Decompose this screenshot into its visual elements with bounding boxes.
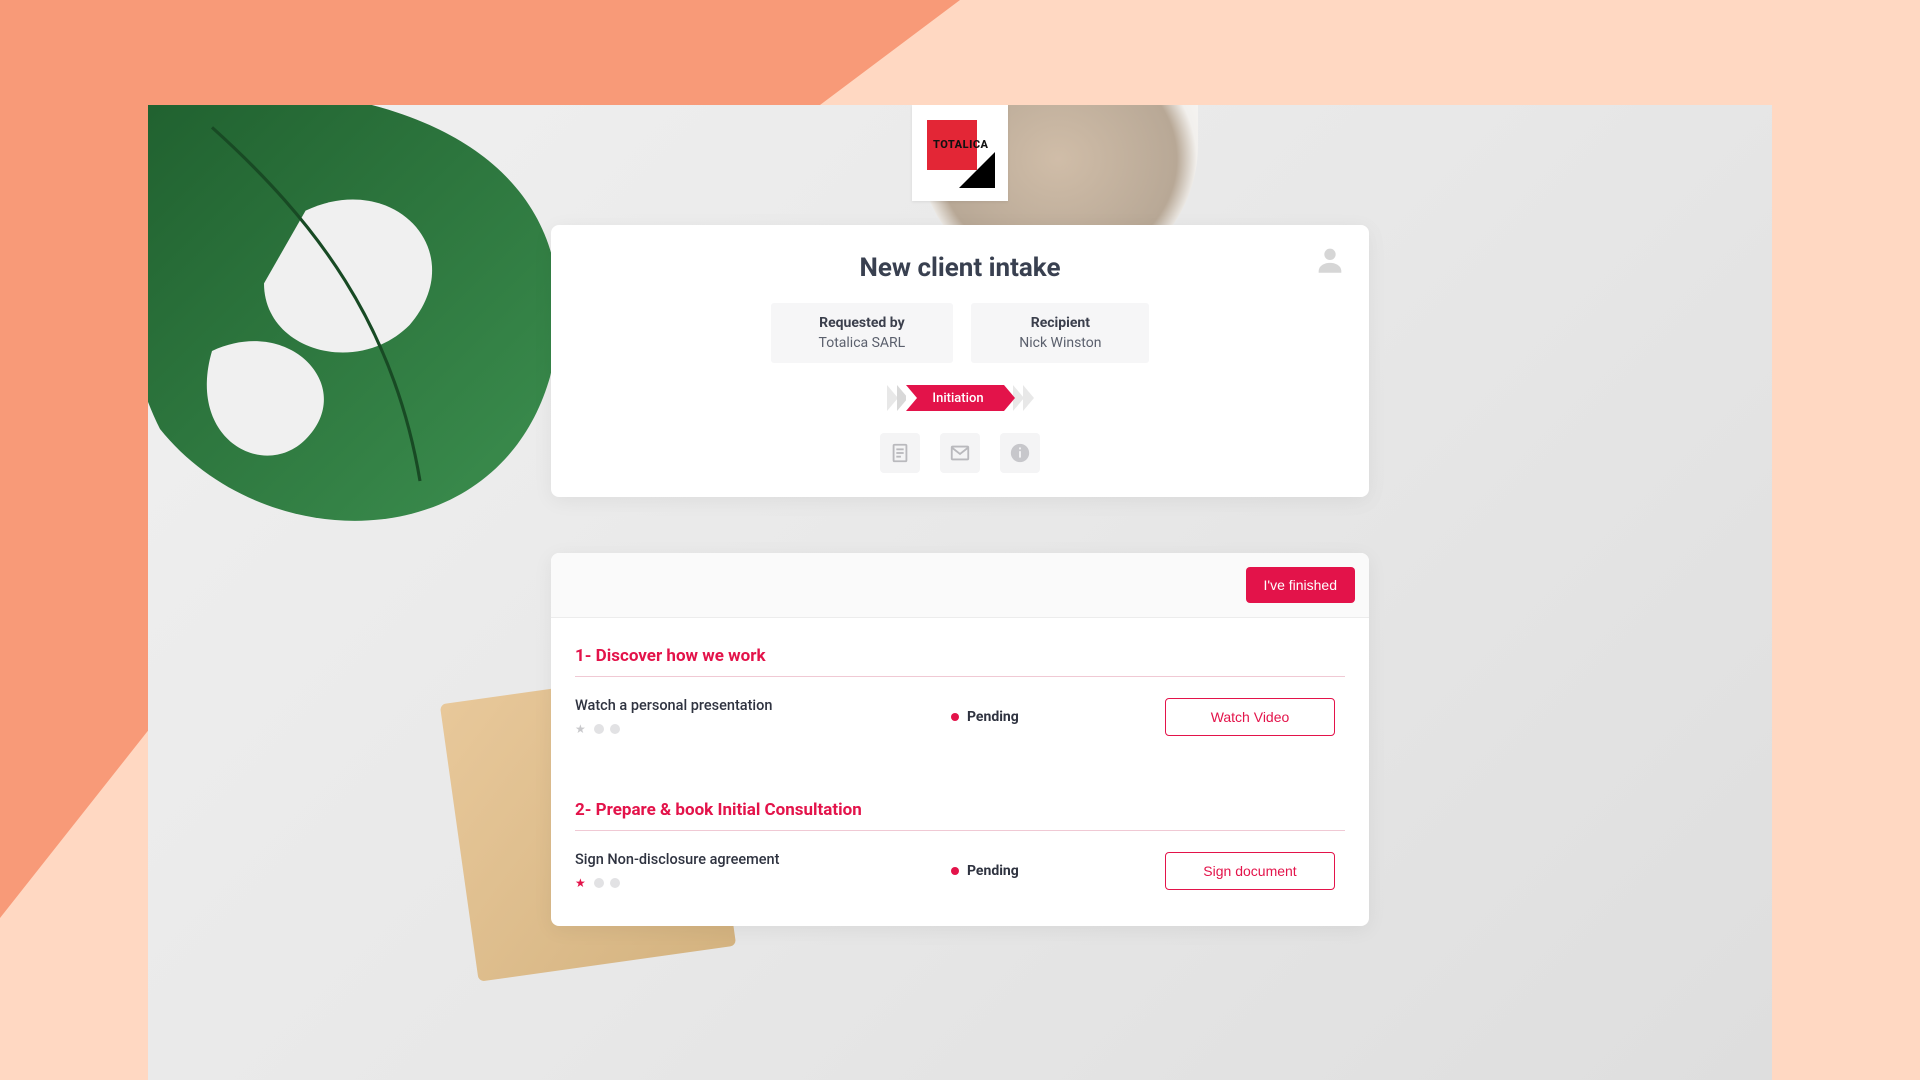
person-icon <box>1313 243 1347 277</box>
step-next-3 <box>1023 385 1034 411</box>
app-frame: TOTALICA New client intake Requested by … <box>148 105 1772 1080</box>
recipient-value: Nick Winston <box>1019 335 1101 351</box>
section-1: 1- Discover how we work Watch a personal… <box>551 618 1369 772</box>
task-meta: ★ <box>575 722 937 736</box>
notes-icon <box>889 442 911 464</box>
section-1-title: 1- Discover how we work <box>575 646 1345 677</box>
task-row: Watch a personal presentation ★ Pending … <box>575 677 1345 760</box>
step-active-label: Initiation <box>932 391 983 406</box>
sign-document-button[interactable]: Sign document <box>1165 852 1335 890</box>
status-dot-icon <box>951 867 959 875</box>
email-button[interactable] <box>940 433 980 473</box>
intake-header-card: New client intake Requested by Totalica … <box>551 225 1369 497</box>
page-title: New client intake <box>579 253 1341 283</box>
task-name: Watch a personal presentation <box>575 697 937 714</box>
info-icon <box>1009 442 1031 464</box>
task-row: Sign Non-disclosure agreement ★ Pending … <box>575 831 1345 914</box>
task-status-label: Pending <box>967 863 1019 879</box>
brand-logo: TOTALICA <box>912 105 1008 201</box>
finished-button[interactable]: I've finished <box>1246 567 1356 603</box>
recipient-pill: Recipient Nick Winston <box>971 303 1149 363</box>
section-2: 2- Prepare & book Initial Consultation S… <box>551 772 1369 926</box>
requested-by-label: Requested by <box>819 315 906 331</box>
recipient-label: Recipient <box>1019 315 1101 331</box>
task-status: Pending <box>951 709 1151 725</box>
task-status-label: Pending <box>967 709 1019 725</box>
task-status: Pending <box>951 863 1151 879</box>
task-meta: ★ <box>575 876 937 890</box>
meta-row: Requested by Totalica SARL Recipient Nic… <box>579 303 1341 363</box>
status-dot-icon <box>951 713 959 721</box>
watch-video-button[interactable]: Watch Video <box>1165 698 1335 736</box>
progress-stepper: Initiation <box>579 385 1341 411</box>
task-meta-icons <box>594 878 620 888</box>
task-meta-icons <box>594 724 620 734</box>
task-name: Sign Non-disclosure agreement <box>575 851 937 868</box>
star-icon: ★ <box>575 722 586 736</box>
email-icon <box>949 442 971 464</box>
tasks-toolbar: I've finished <box>551 553 1369 618</box>
requested-by-value: Totalica SARL <box>819 335 906 351</box>
header-icon-row <box>579 433 1341 473</box>
requested-by-pill: Requested by Totalica SARL <box>771 303 954 363</box>
tasks-card: I've finished 1- Discover how we work Wa… <box>551 553 1369 926</box>
user-avatar[interactable] <box>1313 243 1347 277</box>
step-active[interactable]: Initiation <box>906 385 1003 411</box>
info-button[interactable] <box>1000 433 1040 473</box>
brand-name: TOTALICA <box>933 138 989 151</box>
star-icon: ★ <box>575 876 586 890</box>
notes-button[interactable] <box>880 433 920 473</box>
section-2-title: 2- Prepare & book Initial Consultation <box>575 800 1345 831</box>
